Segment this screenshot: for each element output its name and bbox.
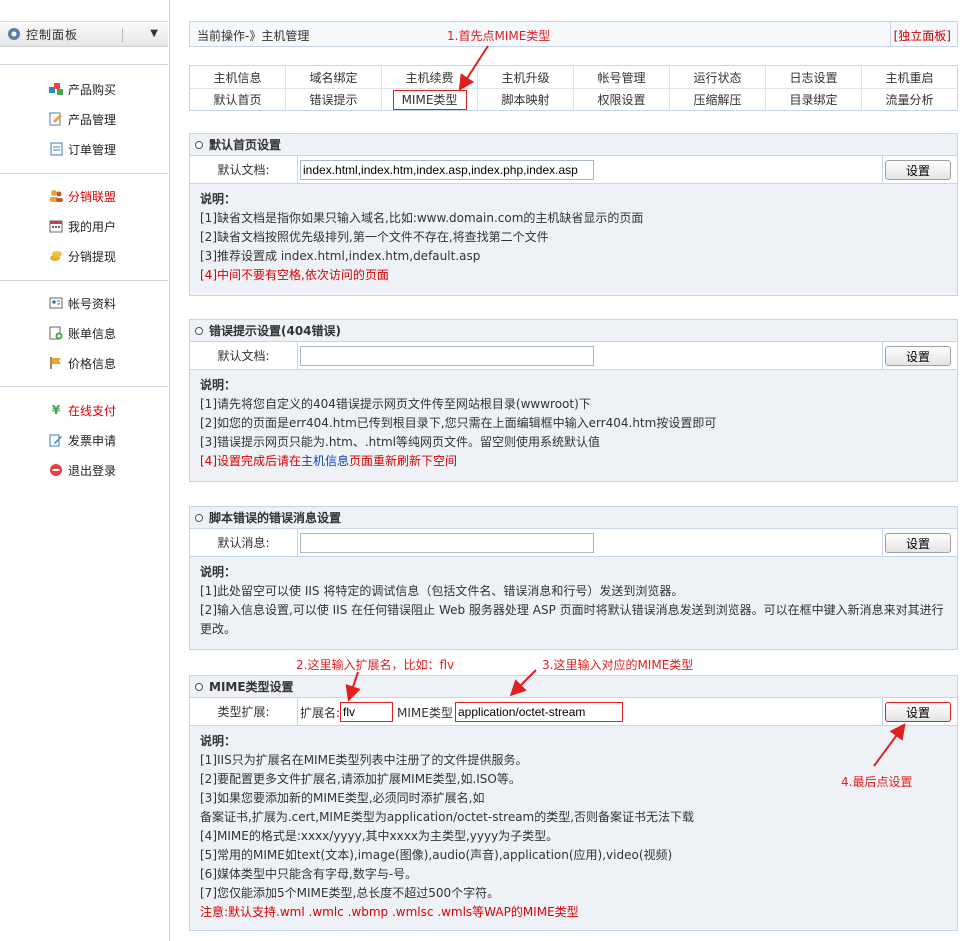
- arrow-icon: [873, 723, 906, 767]
- arrow-icon: [458, 45, 489, 92]
- annotation-arrows: [345, 45, 906, 767]
- page-root: 控制面板 ▼ 产品购买 产品管理 订单管理 分销联盟 我的用户 分销提现 帐号资…: [0, 0, 980, 941]
- arrow-icon: [509, 669, 537, 697]
- arrow-icon: [345, 671, 361, 702]
